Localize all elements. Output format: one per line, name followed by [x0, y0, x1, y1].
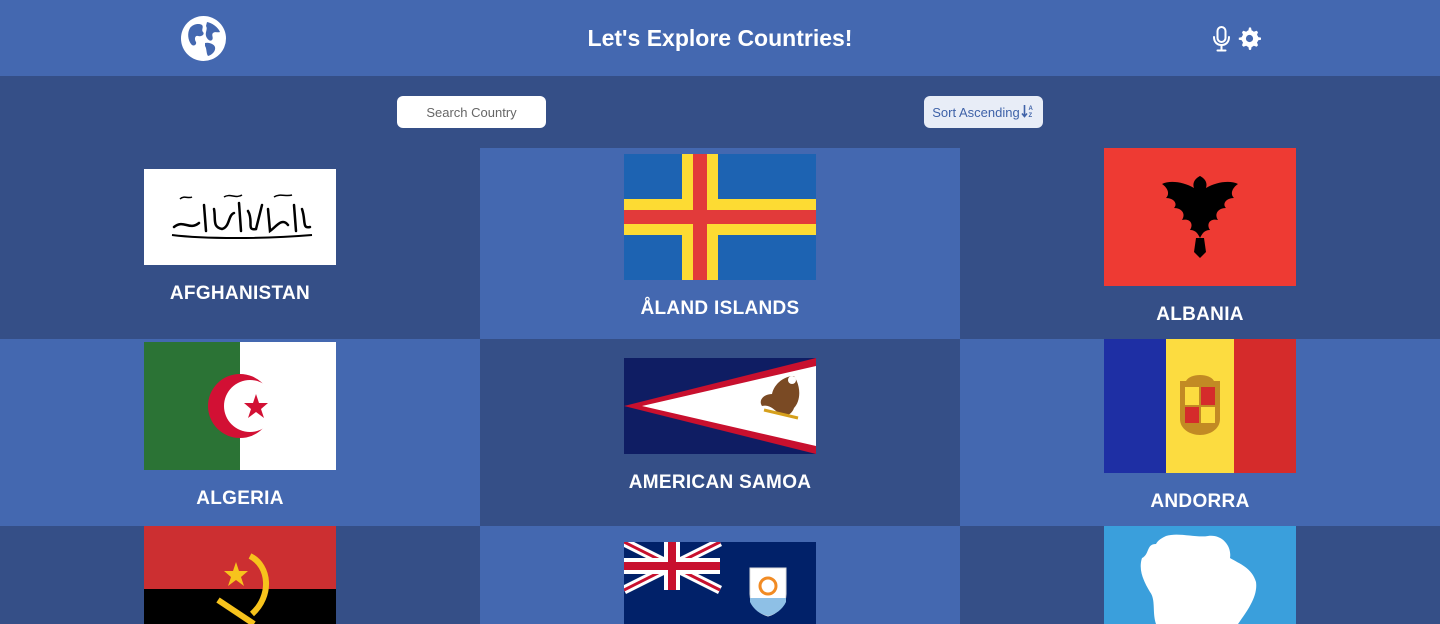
country-card[interactable]: ALGERIA: [0, 339, 480, 526]
country-name: AMERICAN SAMOA: [628, 472, 812, 493]
country-name: ALGERIA: [196, 488, 284, 509]
country-name: ANDORRA: [1150, 491, 1250, 512]
flag-andorra: [1104, 339, 1296, 473]
microphone-icon[interactable]: [1212, 26, 1231, 52]
country-card[interactable]: [960, 526, 1440, 624]
country-name: AFGHANISTAN: [169, 283, 311, 304]
flag-aland-islands: [624, 154, 816, 280]
sort-button-label: Sort Ascending: [932, 104, 1020, 120]
country-card[interactable]: [480, 526, 960, 624]
flag-anguilla: [624, 542, 816, 624]
country-card[interactable]: ALBANIA: [960, 148, 1440, 339]
sort-ascending-icon: A Z: [1021, 104, 1035, 121]
country-name: ALBANIA: [1156, 304, 1244, 325]
flag-american-samoa: [624, 358, 816, 454]
country-card[interactable]: [0, 526, 480, 624]
country-card[interactable]: AFGHANISTAN: [0, 148, 480, 339]
country-name: ÅLAND ISLANDS: [640, 298, 800, 319]
search-input[interactable]: [397, 96, 546, 128]
flag-algeria: [144, 342, 336, 470]
flag-antarctica: [1104, 526, 1296, 624]
sort-button[interactable]: Sort Ascending A Z: [924, 96, 1043, 128]
country-card[interactable]: ANDORRA: [960, 339, 1440, 526]
top-app-bar: Let's Explore Countries!: [0, 0, 1440, 76]
country-card[interactable]: ÅLAND ISLANDS: [480, 148, 960, 339]
country-card[interactable]: AMERICAN SAMOA: [480, 339, 960, 526]
svg-text:Z: Z: [1028, 113, 1032, 118]
flag-afghanistan: [144, 169, 336, 265]
flag-albania: [1104, 148, 1296, 286]
gear-icon[interactable]: [1237, 26, 1262, 50]
flag-angola: [144, 526, 336, 624]
svg-text:A: A: [1028, 106, 1033, 112]
